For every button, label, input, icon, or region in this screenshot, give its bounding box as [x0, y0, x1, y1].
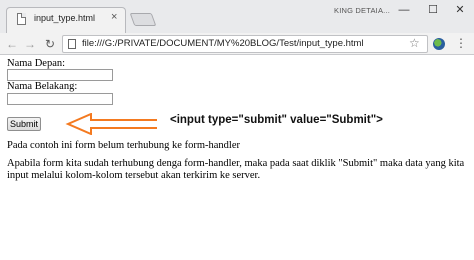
maximize-button[interactable]: ☐ [419, 0, 447, 20]
bookmark-star-icon[interactable]: ☆ [409, 36, 420, 50]
forward-arrow-icon[interactable]: → [22, 36, 38, 52]
profile-name[interactable]: KING DETAIA... [334, 6, 390, 15]
tab-title: input_type.html [34, 13, 96, 23]
note-text: Pada contoh ini form belum terhubung ke … [7, 140, 240, 151]
page-content: Nama Depan: Nama Belakang: Submit <input… [0, 56, 474, 260]
reload-icon[interactable]: ↻ [42, 36, 58, 52]
first-name-label: Nama Depan: [7, 58, 66, 69]
annotation-code: <input type="submit" value="Submit"> [170, 114, 383, 126]
first-name-field[interactable] [7, 69, 113, 81]
page-icon [68, 39, 76, 49]
arrow-left-icon [65, 113, 157, 135]
new-tab-button[interactable] [129, 13, 157, 26]
last-name-label: Nama Belakang: [7, 81, 78, 92]
browser-tab[interactable]: input_type.html × [6, 7, 126, 34]
title-bar: input_type.html × KING DETAIA... — ☐ ✕ [0, 0, 474, 34]
close-window-button[interactable]: ✕ [446, 0, 474, 20]
url-text[interactable]: file:///G:/PRIVATE/DOCUMENT/MY%20BLOG/Te… [82, 38, 364, 49]
address-bar[interactable]: file:///G:/PRIVATE/DOCUMENT/MY%20BLOG/Te… [62, 35, 428, 53]
extension-icon[interactable] [433, 38, 445, 50]
description-paragraph: Apabila form kita sudah terhubung denga … [7, 158, 465, 181]
minimize-button[interactable]: — [390, 0, 418, 20]
back-arrow-icon[interactable]: ← [4, 36, 20, 52]
browser-toolbar: ← → ↻ file:///G:/PRIVATE/DOCUMENT/MY%20B… [0, 33, 474, 55]
menu-icon[interactable]: ⋮ [455, 35, 467, 51]
close-tab-icon[interactable]: × [111, 11, 117, 23]
submit-button[interactable]: Submit [7, 117, 41, 131]
document-icon [17, 13, 26, 25]
last-name-field[interactable] [7, 93, 113, 105]
